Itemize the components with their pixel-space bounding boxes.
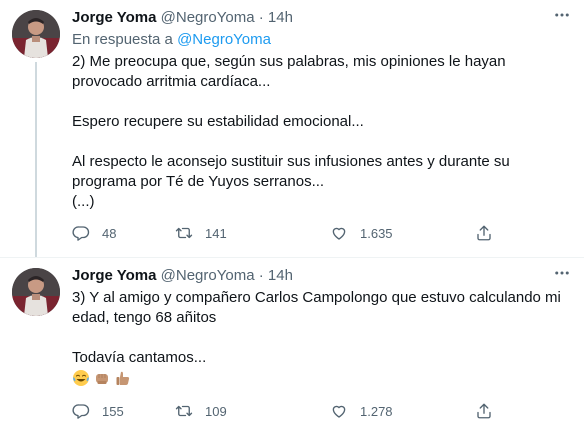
reply-count: 155 (102, 403, 124, 419)
author-handle[interactable]: @NegroYoma (161, 9, 255, 26)
separator: · (258, 267, 264, 284)
share-button[interactable] (475, 401, 493, 421)
avatar[interactable] (12, 10, 60, 58)
retweet-count: 109 (205, 403, 227, 419)
timestamp[interactable]: 14h (268, 9, 293, 26)
tweet[interactable]: Jorge Yoma @NegroYoma · 14h En respuesta… (0, 0, 584, 258)
tweet-actions: 48 141 1.635 (72, 223, 512, 243)
fist-bump-icon (96, 374, 108, 384)
like-count: 1.278 (360, 403, 393, 419)
tweet-paragraph: Espero recupere su estabilidad emocional… (72, 113, 364, 130)
share-button[interactable] (475, 223, 493, 243)
tweet-header: Jorge Yoma @NegroYoma · 14h (72, 266, 293, 286)
share-icon (477, 225, 491, 241)
thread-line (35, 62, 37, 258)
like-button[interactable]: 1.635 (330, 223, 393, 243)
author-name[interactable]: Jorge Yoma (72, 267, 156, 284)
reply-handle-link[interactable]: @NegroYoma (177, 31, 271, 48)
reply-button[interactable]: 155 (72, 401, 124, 421)
share-icon (477, 403, 491, 419)
reply-prefix: En respuesta a (72, 31, 173, 48)
more-icon[interactable] (550, 6, 574, 26)
tweet-paragraph: 2) Me preocupa que, según sus palabras, … (72, 53, 506, 90)
reply-icon (72, 404, 90, 419)
like-icon (332, 227, 346, 240)
tweet-text: 2) Me preocupa que, según sus palabras, … (72, 52, 572, 212)
tweet-paragraph: 3) Y al amigo y compañero Carlos Campolo… (72, 289, 561, 326)
reply-context: En respuesta a @NegroYoma (72, 30, 271, 50)
separator: · (258, 9, 264, 26)
tweet-actions: 155 109 1.278 (72, 401, 512, 421)
author-handle[interactable]: @NegroYoma (161, 267, 255, 284)
tweet-paragraph: Todavía cantamos... (72, 349, 207, 366)
retweet-count: 141 (205, 225, 227, 241)
retweet-button[interactable]: 109 (175, 401, 227, 421)
tweet-paragraph: (...) (72, 193, 95, 210)
timestamp[interactable]: 14h (268, 267, 293, 284)
like-count: 1.635 (360, 225, 393, 241)
tweet-text: 3) Y al amigo y compañero Carlos Campolo… (72, 288, 572, 388)
emoji-row (72, 368, 572, 388)
face-with-tears-of-joy-icon (73, 370, 89, 386)
reply-icon (72, 226, 90, 241)
retweet-button[interactable]: 141 (175, 223, 227, 243)
reply-button[interactable]: 48 (72, 223, 116, 243)
retweet-icon (175, 405, 193, 417)
tweet-header: Jorge Yoma @NegroYoma · 14h (72, 8, 293, 28)
retweet-icon (175, 227, 193, 239)
thumbs-up-icon (116, 371, 130, 385)
reply-count: 48 (102, 225, 117, 241)
like-button[interactable]: 1.278 (330, 401, 393, 421)
more-icon[interactable] (550, 264, 574, 284)
like-icon (332, 405, 346, 418)
tweet-paragraph: Al respecto le aconsejo sustituir sus in… (72, 153, 510, 190)
author-name[interactable]: Jorge Yoma (72, 9, 156, 26)
tweet[interactable]: Jorge Yoma @NegroYoma · 14h 3) Y al amig… (0, 258, 584, 427)
avatar[interactable] (12, 268, 60, 316)
